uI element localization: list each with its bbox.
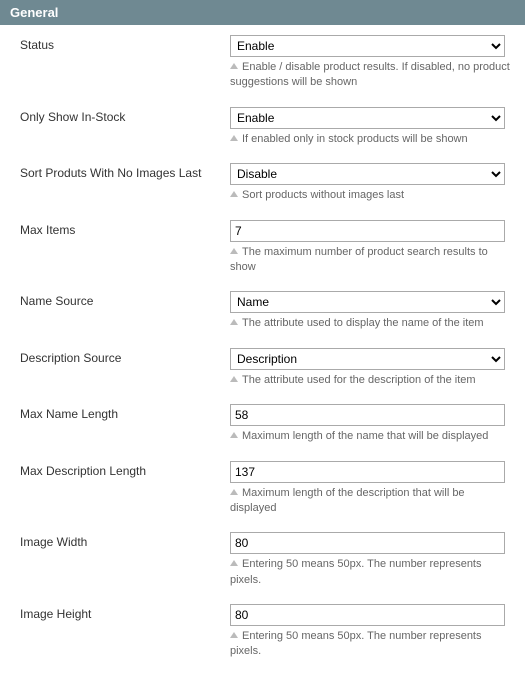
panel-body: Status Enable Enable / disable product r… xyxy=(0,25,525,686)
max-items-hint: The maximum number of product search res… xyxy=(230,245,510,276)
description-source-hint: The attribute used for the description o… xyxy=(230,373,510,388)
hint-arrow-icon xyxy=(230,432,238,438)
sort-no-images-label: Sort Produts With No Images Last xyxy=(20,163,230,203)
image-width-hint-text: Entering 50 means 50px. The number repre… xyxy=(230,558,482,585)
max-name-length-hint-text: Maximum length of the name that will be … xyxy=(242,430,488,442)
field-sort-no-images: Sort Produts With No Images Last Disable… xyxy=(20,163,517,203)
hint-arrow-icon xyxy=(230,191,238,197)
image-height-control: Entering 50 means 50px. The number repre… xyxy=(230,604,517,660)
field-only-in-stock: Only Show In-Stock Enable If enabled onl… xyxy=(20,107,517,147)
name-source-select[interactable]: Name xyxy=(230,291,505,313)
status-control: Enable Enable / disable product results.… xyxy=(230,35,517,91)
description-source-label: Description Source xyxy=(20,348,230,388)
max-description-length-control: Maximum length of the description that w… xyxy=(230,461,517,517)
name-source-hint: The attribute used to display the name o… xyxy=(230,316,510,331)
field-max-items: Max Items The maximum number of product … xyxy=(20,220,517,276)
panel-header: General xyxy=(0,0,525,25)
sort-no-images-hint: Sort products without images last xyxy=(230,188,510,203)
status-label: Status xyxy=(20,35,230,91)
max-items-label: Max Items xyxy=(20,220,230,276)
max-name-length-control: Maximum length of the name that will be … xyxy=(230,404,517,444)
sort-no-images-hint-text: Sort products without images last xyxy=(242,189,404,201)
only-in-stock-select[interactable]: Enable xyxy=(230,107,505,129)
hint-arrow-icon xyxy=(230,560,238,566)
status-hint: Enable / disable product results. If dis… xyxy=(230,60,510,91)
field-description-source: Description Source Description The attri… xyxy=(20,348,517,388)
name-source-label: Name Source xyxy=(20,291,230,331)
image-width-label: Image Width xyxy=(20,532,230,588)
panel-title: General xyxy=(10,5,58,20)
image-height-hint: Entering 50 means 50px. The number repre… xyxy=(230,629,510,660)
field-status: Status Enable Enable / disable product r… xyxy=(20,35,517,91)
max-name-length-hint: Maximum length of the name that will be … xyxy=(230,429,510,444)
name-source-control: Name The attribute used to display the n… xyxy=(230,291,517,331)
field-image-height: Image Height Entering 50 means 50px. The… xyxy=(20,604,517,660)
max-description-length-hint-text: Maximum length of the description that w… xyxy=(230,487,465,514)
hint-arrow-icon xyxy=(230,632,238,638)
max-name-length-input[interactable] xyxy=(230,404,505,426)
status-select[interactable]: Enable xyxy=(230,35,505,57)
field-image-width: Image Width Entering 50 means 50px. The … xyxy=(20,532,517,588)
hint-arrow-icon xyxy=(230,489,238,495)
max-items-control: The maximum number of product search res… xyxy=(230,220,517,276)
max-name-length-label: Max Name Length xyxy=(20,404,230,444)
image-height-input[interactable] xyxy=(230,604,505,626)
image-width-hint: Entering 50 means 50px. The number repre… xyxy=(230,557,510,588)
sort-no-images-control: Disable Sort products without images las… xyxy=(230,163,517,203)
image-height-label: Image Height xyxy=(20,604,230,660)
description-source-select[interactable]: Description xyxy=(230,348,505,370)
name-source-hint-text: The attribute used to display the name o… xyxy=(242,317,484,329)
status-hint-text: Enable / disable product results. If dis… xyxy=(230,61,510,88)
max-description-length-label: Max Description Length xyxy=(20,461,230,517)
only-in-stock-control: Enable If enabled only in stock products… xyxy=(230,107,517,147)
only-in-stock-label: Only Show In-Stock xyxy=(20,107,230,147)
description-source-control: Description The attribute used for the d… xyxy=(230,348,517,388)
sort-no-images-select[interactable]: Disable xyxy=(230,163,505,185)
hint-arrow-icon xyxy=(230,376,238,382)
max-items-input[interactable] xyxy=(230,220,505,242)
only-in-stock-hint: If enabled only in stock products will b… xyxy=(230,132,510,147)
max-description-length-input[interactable] xyxy=(230,461,505,483)
hint-arrow-icon xyxy=(230,63,238,69)
hint-arrow-icon xyxy=(230,135,238,141)
max-description-length-hint: Maximum length of the description that w… xyxy=(230,486,510,517)
max-items-hint-text: The maximum number of product search res… xyxy=(230,246,488,273)
only-in-stock-hint-text: If enabled only in stock products will b… xyxy=(242,133,468,145)
field-max-description-length: Max Description Length Maximum length of… xyxy=(20,461,517,517)
image-width-input[interactable] xyxy=(230,532,505,554)
hint-arrow-icon xyxy=(230,248,238,254)
field-name-source: Name Source Name The attribute used to d… xyxy=(20,291,517,331)
image-height-hint-text: Entering 50 means 50px. The number repre… xyxy=(230,630,482,657)
image-width-control: Entering 50 means 50px. The number repre… xyxy=(230,532,517,588)
description-source-hint-text: The attribute used for the description o… xyxy=(242,374,476,386)
field-max-name-length: Max Name Length Maximum length of the na… xyxy=(20,404,517,444)
hint-arrow-icon xyxy=(230,319,238,325)
